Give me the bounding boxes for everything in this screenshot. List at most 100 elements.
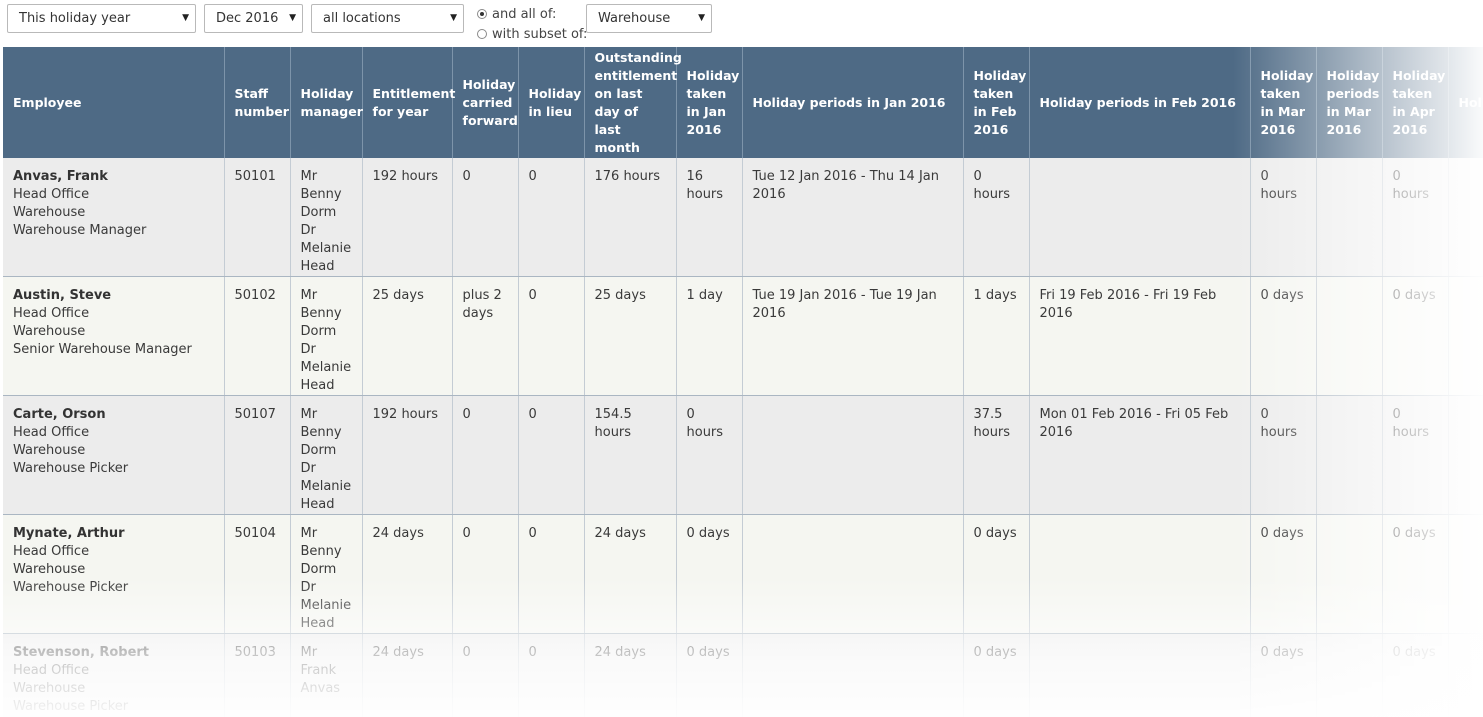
filter-bar: This holiday year ▼ Dec 2016 ▼ all locat… [0, 0, 1483, 46]
lieu-cell: 0 [518, 514, 585, 634]
holiday-manager-cell: Mr Benny Dorm Dr Melanie Head [290, 395, 363, 515]
table-row[interactable]: Anvas, Frank Head Office Warehouse Wareh… [3, 158, 1483, 277]
jan-taken-cell: 16 hours [676, 158, 743, 277]
column-header[interactable]: Entitlement for year [362, 47, 455, 158]
employee-location: Warehouse [13, 324, 86, 339]
mar-periods-cell [1316, 514, 1383, 634]
entitlement-cell: 192 hours [362, 395, 453, 515]
lieu-cell: 0 [518, 158, 585, 277]
employee-role: Warehouse Picker [13, 580, 129, 595]
match-all-label: and all of: [492, 6, 557, 22]
chevron-down-icon: ▼ [450, 13, 457, 23]
mar-taken-cell: 0 days [1250, 514, 1317, 634]
employee-role: Senior Warehouse Manager [13, 342, 192, 357]
column-header[interactable]: Holiday taken in Apr 2016 [1382, 47, 1449, 158]
staff-number-cell: 50104 [224, 514, 291, 634]
overflow-cell [1448, 158, 1483, 277]
mar-periods-cell [1316, 395, 1383, 515]
overflow-cell [1448, 633, 1483, 717]
employee-name[interactable]: Mynate, Arthur [13, 526, 125, 541]
employee-cell: Austin, Steve Head Office Warehouse Seni… [3, 276, 225, 396]
feb-taken-cell: 0 days [963, 514, 1030, 634]
carried-forward-cell: 0 [452, 395, 519, 515]
column-header[interactable]: Holiday taken in Jan 2016 [676, 47, 743, 158]
mar-taken-cell: 0 days [1250, 276, 1317, 396]
employee-name[interactable]: Anvas, Frank [13, 169, 108, 184]
column-header[interactable]: Holiday taken in Mar 2016 [1250, 47, 1317, 158]
holiday-report-table: Employee Staff number Holiday manager En… [3, 47, 1483, 717]
match-subset-option[interactable]: with subset of: [477, 24, 587, 44]
employee-name[interactable]: Carte, Orson [13, 407, 106, 422]
table-row[interactable]: Austin, Steve Head Office Warehouse Seni… [3, 276, 1483, 396]
entitlement-cell: 192 hours [362, 158, 453, 277]
outstanding-cell: 154.5 hours [584, 395, 677, 515]
column-header[interactable]: Holi... [1448, 47, 1483, 158]
jan-periods-cell: Tue 19 Jan 2016 - Tue 19 Jan 2016 [742, 276, 964, 396]
employee-name[interactable]: Austin, Steve [13, 288, 111, 303]
match-all-option[interactable]: and all of: [477, 4, 587, 24]
holiday-manager-cell: Mr Benny Dorm Dr Melanie Head [290, 514, 363, 634]
table-row[interactable]: Stevenson, Robert Head Office Warehouse … [3, 633, 1483, 717]
feb-taken-cell: 0 hours [963, 158, 1030, 277]
column-header[interactable]: Holiday in lieu [518, 47, 585, 158]
employee-office: Head Office [13, 306, 90, 321]
staff-number-cell: 50103 [224, 633, 291, 717]
column-header[interactable]: Holiday periods in Feb 2016 [1029, 47, 1251, 158]
apr-taken-cell: 0 days [1382, 633, 1449, 717]
jan-taken-cell: 1 day [676, 276, 743, 396]
table-row[interactable]: Carte, Orson Head Office Warehouse Wareh… [3, 395, 1483, 515]
column-header[interactable]: Holiday periods in Mar 2016 [1316, 47, 1383, 158]
match-mode-radios: and all of: with subset of: [477, 4, 587, 44]
lieu-cell: 0 [518, 395, 585, 515]
column-header[interactable]: Outstanding entitlement on last day of l… [584, 47, 682, 158]
employee-cell: Carte, Orson Head Office Warehouse Wareh… [3, 395, 225, 515]
employee-location: Warehouse [13, 681, 86, 696]
column-header[interactable]: Holiday periods in Jan 2016 [742, 47, 964, 158]
employee-office: Head Office [13, 544, 90, 559]
jan-taken-cell: 0 hours [676, 395, 743, 515]
period-select[interactable]: This holiday year ▼ [7, 4, 196, 33]
column-header[interactable]: Holiday manager [290, 47, 363, 158]
employee-name[interactable]: Stevenson, Robert [13, 645, 149, 660]
employee-cell: Mynate, Arthur Head Office Warehouse War… [3, 514, 225, 634]
outstanding-cell: 24 days [584, 633, 677, 717]
column-header[interactable]: Holiday carried forward [452, 47, 519, 158]
match-subset-radio[interactable] [477, 29, 487, 39]
entitlement-cell: 24 days [362, 514, 453, 634]
employee-location: Warehouse [13, 562, 86, 577]
feb-periods-cell [1029, 514, 1251, 634]
feb-taken-cell: 0 days [963, 633, 1030, 717]
mar-periods-cell [1316, 158, 1383, 277]
holiday-manager-cell: Mr Benny Dorm Dr Melanie Head [290, 276, 363, 396]
period-select-value: This holiday year [19, 11, 131, 26]
jan-periods-cell [742, 633, 964, 717]
staff-number-cell: 50107 [224, 395, 291, 515]
overflow-cell [1448, 276, 1483, 396]
chevron-down-icon: ▼ [289, 13, 296, 23]
employee-role: Warehouse Picker [13, 461, 129, 476]
carried-forward-cell: 0 [452, 158, 519, 277]
column-header[interactable]: Employee [3, 47, 225, 158]
month-select[interactable]: Dec 2016 ▼ [204, 4, 303, 33]
location-select-value: all locations [323, 11, 401, 26]
employee-office: Head Office [13, 187, 90, 202]
match-all-radio[interactable] [477, 9, 487, 19]
apr-taken-cell: 0 days [1382, 514, 1449, 634]
table-row[interactable]: Mynate, Arthur Head Office Warehouse War… [3, 514, 1483, 634]
feb-taken-cell: 37.5 hours [963, 395, 1030, 515]
table-header-row: Employee Staff number Holiday manager En… [3, 47, 1483, 158]
group-select[interactable]: Warehouse ▼ [586, 4, 712, 33]
location-select[interactable]: all locations ▼ [311, 4, 464, 33]
column-header[interactable]: Holiday taken in Feb 2016 [963, 47, 1030, 158]
column-header[interactable]: Staff number [224, 47, 291, 158]
feb-periods-cell: Mon 01 Feb 2016 - Fri 05 Feb 2016 [1029, 395, 1251, 515]
chevron-down-icon: ▼ [698, 13, 705, 23]
group-select-value: Warehouse [598, 11, 671, 26]
jan-taken-cell: 0 days [676, 514, 743, 634]
employee-location: Warehouse [13, 443, 86, 458]
carried-forward-cell: 0 [452, 514, 519, 634]
lieu-cell: 0 [518, 276, 585, 396]
lieu-cell: 0 [518, 633, 585, 717]
mar-taken-cell: 0 hours [1250, 158, 1317, 277]
outstanding-cell: 176 hours [584, 158, 677, 277]
